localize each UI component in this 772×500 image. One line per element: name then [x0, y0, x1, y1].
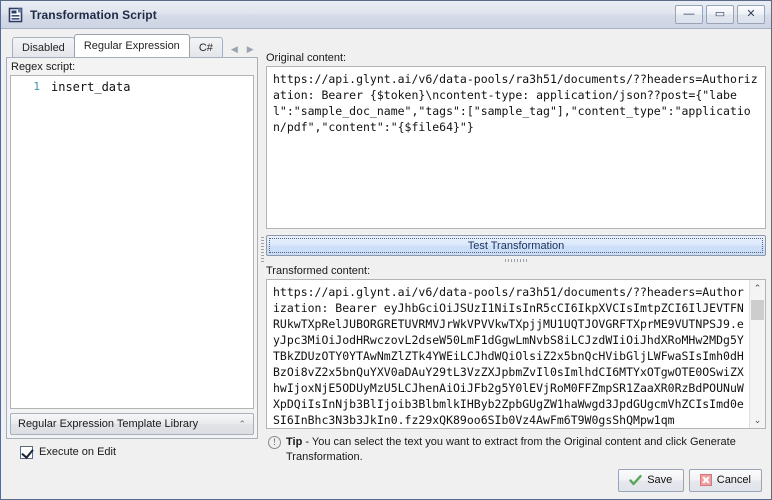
scroll-down-icon[interactable]: ⌄ — [750, 412, 765, 428]
regex-script-panel: Regex script: 1 insert_data Regular Expr… — [6, 57, 258, 439]
test-transformation-button[interactable]: Test Transformation — [266, 235, 766, 256]
tip-prefix: Tip — [286, 436, 302, 448]
maximize-button[interactable]: ▭ — [706, 5, 734, 24]
test-transformation-wrap: Test Transformation — [266, 235, 766, 256]
line-number-gutter: 1 — [11, 76, 45, 408]
title-bar: Transformation Script — ▭ ✕ — [1, 1, 771, 29]
tab-csharp[interactable]: C# — [189, 37, 223, 57]
chevron-left-icon[interactable]: ◀ — [231, 45, 238, 54]
scroll-up-icon[interactable]: ⌃ — [750, 280, 765, 296]
template-library-label: Regular Expression Template Library — [18, 418, 198, 430]
dialog-footer: Save Cancel — [1, 465, 771, 499]
cancel-label: Cancel — [717, 474, 751, 486]
chevron-right-icon[interactable]: ▶ — [247, 45, 254, 54]
tab-strip: Disabled Regular Expression C# ◀ ▶ — [6, 34, 258, 57]
tab-label: Disabled — [22, 42, 65, 54]
tab-label: C# — [199, 42, 213, 54]
splitter-grip — [505, 259, 527, 262]
cancel-button[interactable]: Cancel — [689, 469, 762, 492]
regex-script-text[interactable]: insert_data — [45, 76, 253, 408]
transformed-content-textarea[interactable]: https://api.glynt.ai/v6/data-pools/ra3h5… — [267, 280, 749, 428]
template-library-dropdown[interactable]: Regular Expression Template Library ⌃ — [10, 413, 254, 435]
tab-disabled[interactable]: Disabled — [12, 37, 75, 57]
tab-scroll-controls: ◀ ▶ — [231, 45, 254, 57]
close-x-icon — [700, 474, 712, 486]
horizontal-splitter[interactable] — [266, 256, 766, 265]
execute-on-edit-row[interactable]: Execute on Edit — [6, 439, 258, 465]
transformed-content-panel: https://api.glynt.ai/v6/data-pools/ra3h5… — [266, 279, 766, 429]
original-content-label: Original content: — [266, 52, 766, 64]
chevron-up-icon: ⌃ — [238, 419, 246, 430]
window-title: Transformation Script — [30, 8, 675, 22]
scrollbar-track[interactable] — [750, 296, 765, 412]
tip-body: - You can select the text you want to ex… — [286, 436, 736, 463]
window-controls: — ▭ ✕ — [675, 5, 765, 24]
scrollbar-thumb[interactable] — [751, 300, 764, 320]
right-pane: Original content: https://api.glynt.ai/v… — [266, 34, 766, 465]
checkmark-icon — [629, 474, 642, 487]
regex-script-editor[interactable]: 1 insert_data — [10, 75, 254, 409]
tip-text: Tip - You can select the text you want t… — [286, 435, 764, 465]
close-button[interactable]: ✕ — [737, 5, 765, 24]
transformation-script-window: Transformation Script — ▭ ✕ Disabled Reg… — [0, 0, 772, 500]
focus-ring — [269, 238, 763, 253]
execute-on-edit-checkbox[interactable] — [20, 446, 33, 459]
tab-label: Regular Expression — [84, 40, 180, 52]
script-document-icon — [8, 7, 24, 23]
tip-bar: ! Tip - You can select the text you want… — [266, 429, 766, 465]
vertical-splitter[interactable] — [258, 34, 266, 465]
window-body: Disabled Regular Expression C# ◀ ▶ Regex… — [1, 29, 771, 465]
transformed-content-label: Transformed content: — [266, 265, 766, 277]
original-content-textarea[interactable]: https://api.glynt.ai/v6/data-pools/ra3h5… — [266, 66, 766, 229]
tab-regular-expression[interactable]: Regular Expression — [74, 34, 190, 57]
minimize-button[interactable]: — — [675, 5, 703, 24]
regex-script-label: Regex script: — [10, 61, 254, 75]
info-exclamation-icon: ! — [268, 436, 281, 449]
transformed-content-scrollbar[interactable]: ⌃ ⌄ — [749, 280, 765, 428]
splitter-grip — [261, 237, 264, 263]
save-button[interactable]: Save — [618, 469, 684, 492]
execute-on-edit-label: Execute on Edit — [39, 446, 116, 458]
save-label: Save — [647, 474, 672, 486]
left-pane: Disabled Regular Expression C# ◀ ▶ Regex… — [6, 34, 258, 465]
